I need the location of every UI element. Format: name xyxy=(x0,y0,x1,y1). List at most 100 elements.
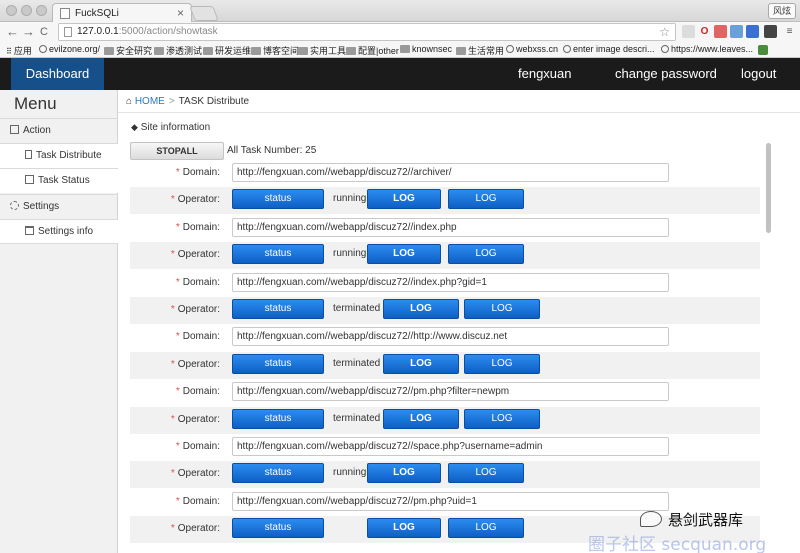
bookmark-folder[interactable]: 实用工具 xyxy=(298,44,346,57)
apps-grid-icon: ⠿ xyxy=(6,47,12,56)
bookmark-folder[interactable]: 安全研究 xyxy=(104,44,152,57)
dashboard-link[interactable]: Dashboard xyxy=(11,58,104,90)
domain-input[interactable]: http://fengxuan.com//webapp/discuz72//sp… xyxy=(232,437,669,456)
log-button-alt[interactable]: LOG xyxy=(464,353,540,374)
bookmark-webxss[interactable]: webxss.cn xyxy=(506,44,558,54)
required-mark: * xyxy=(170,523,175,535)
task-state: running xyxy=(333,467,367,479)
sidebar-item-settings[interactable]: Settings xyxy=(0,194,118,219)
close-window-icon[interactable] xyxy=(6,5,17,16)
log-button-alt[interactable]: LOG xyxy=(448,463,524,484)
page-icon xyxy=(661,45,669,53)
domain-label: * Domain: xyxy=(175,167,220,178)
scrollbar-thumb[interactable] xyxy=(766,143,771,233)
required-mark: * xyxy=(175,167,180,178)
domain-input[interactable]: http://fengxuan.com//webapp/discuz72//ar… xyxy=(232,163,669,182)
log-button[interactable]: LOG xyxy=(367,189,441,210)
bookmark-folder[interactable]: 博客空间 xyxy=(251,44,299,57)
sidebar-item-settings-info[interactable]: Settings info xyxy=(0,219,118,244)
new-tab-button[interactable] xyxy=(189,6,219,21)
log-button[interactable]: LOG xyxy=(383,299,459,319)
opera-extension-icon[interactable]: O xyxy=(698,25,711,38)
browser-tab[interactable]: FuckSQLi × xyxy=(52,3,192,23)
bookmark-star-icon[interactable]: ☆ xyxy=(659,25,670,39)
log-button[interactable]: LOG xyxy=(367,244,441,265)
status-button[interactable]: status xyxy=(232,353,324,374)
extension-icon[interactable] xyxy=(682,25,695,38)
change-password-link[interactable]: change password xyxy=(615,58,717,90)
bookmark-evilzone[interactable]: evilzone.org/ xyxy=(39,44,100,54)
domain-input[interactable]: http://fengxuan.com//webapp/discuz72//pm… xyxy=(232,382,669,402)
required-mark: * xyxy=(175,331,180,343)
domain-label: * Domain: xyxy=(175,441,220,452)
address-bar[interactable]: 127.0.0.1:5000/action/showtask ☆ xyxy=(58,23,676,41)
log-button[interactable]: LOG xyxy=(367,518,441,539)
tab-close-icon[interactable]: × xyxy=(177,6,184,20)
status-button[interactable]: status xyxy=(232,518,324,539)
page-info-icon[interactable] xyxy=(64,27,72,37)
profile-button[interactable]: 风炫 xyxy=(767,3,796,19)
status-button[interactable]: status xyxy=(232,189,324,210)
stopall-button[interactable]: STOPALL xyxy=(130,142,224,160)
scrollbar[interactable] xyxy=(765,138,773,520)
sidebar-item-task-status[interactable]: Task Status xyxy=(0,168,118,193)
maximize-window-icon[interactable] xyxy=(36,5,47,16)
domain-row: * Domain: http://fengxuan.com//webapp/disc… xyxy=(130,270,760,297)
minimize-window-icon[interactable] xyxy=(21,5,32,16)
operator-row: * Operator: status terminated LOG LOG xyxy=(130,351,760,379)
log-button[interactable]: LOG xyxy=(383,353,459,374)
back-icon[interactable]: ← xyxy=(6,24,19,40)
required-mark: * xyxy=(170,468,175,480)
logout-link[interactable]: logout xyxy=(741,58,776,90)
breadcrumb-home-link[interactable]: HOME xyxy=(135,96,165,107)
bookmark-folder[interactable]: 研发运维 xyxy=(203,44,251,57)
log-button-alt[interactable]: LOG xyxy=(448,189,524,210)
domain-input[interactable]: http://fengxuan.com//webapp/discuz72//ht… xyxy=(232,327,669,347)
bookmark-apps[interactable]: ⠿ 应用 xyxy=(6,44,32,57)
status-button[interactable]: status xyxy=(232,408,324,429)
extension-icon[interactable] xyxy=(746,25,759,38)
domain-input[interactable]: http://fengxuan.com//webapp/discuz72//in… xyxy=(232,217,669,237)
sidebar-item-label: Task Distribute xyxy=(36,150,102,161)
reload-icon[interactable]: C xyxy=(40,24,48,40)
log-button[interactable]: LOG xyxy=(367,463,441,484)
bookmark-image[interactable]: enter image descri... xyxy=(563,44,655,54)
document-icon xyxy=(25,150,32,159)
shield-icon xyxy=(39,45,47,53)
domain-row: * Domain: http://fengxuan.com//webapp/disc… xyxy=(130,324,760,351)
bookmark-folder[interactable]: 配置|other xyxy=(346,44,399,57)
domain-input[interactable]: http://fengxuan.com//webapp/discuz72//in… xyxy=(232,272,669,292)
extension-icon[interactable] xyxy=(764,25,777,38)
username-link[interactable]: fengxuan xyxy=(518,58,572,90)
status-button[interactable]: status xyxy=(232,244,324,265)
status-button[interactable]: status xyxy=(232,299,324,319)
url-text: 127.0.0.1:5000/action/showtask xyxy=(77,26,218,37)
sidebar-item-action[interactable]: Action xyxy=(0,118,118,143)
bookmark-leaves[interactable]: https://www.leaves... xyxy=(661,44,753,54)
log-button[interactable]: LOG xyxy=(383,408,459,429)
operator-label: * Operator: xyxy=(170,468,220,480)
log-button-alt[interactable]: LOG xyxy=(464,299,540,319)
log-button-alt[interactable]: LOG xyxy=(448,244,524,265)
extension-icon[interactable] xyxy=(714,25,727,38)
folder-icon xyxy=(104,47,114,55)
operator-row: * Operator: status running LOG LOG xyxy=(130,242,760,270)
log-button-alt[interactable]: LOG xyxy=(448,518,524,539)
log-button-alt[interactable]: LOG xyxy=(464,408,540,429)
forward-icon[interactable]: → xyxy=(22,24,35,40)
required-mark: * xyxy=(170,358,175,370)
status-button[interactable]: status xyxy=(232,463,324,484)
sidebar-item-task-distribute[interactable]: Task Distribute xyxy=(0,143,118,168)
bookmarks-bar: ⠿ 应用 evilzone.org/ 安全研究 渗透测试 研发运维 博客空间 实用… xyxy=(0,42,800,58)
required-mark: * xyxy=(170,249,175,261)
extension-bookmark-icon[interactable] xyxy=(758,45,768,55)
extension-icon[interactable] xyxy=(730,25,743,38)
gear-icon xyxy=(10,201,19,210)
operator-row: * Operator: status terminated LOG LOG xyxy=(130,297,760,324)
bookmark-folder[interactable]: knownsec xyxy=(400,44,452,54)
menu-icon[interactable]: ≡ xyxy=(783,25,796,38)
domain-row: * Domain: http://fengxuan.com//webapp/disc… xyxy=(130,434,760,461)
page-icon xyxy=(563,45,571,53)
bookmark-folder[interactable]: 生活常用 xyxy=(456,44,504,57)
bookmark-folder[interactable]: 渗透测试 xyxy=(154,44,202,57)
